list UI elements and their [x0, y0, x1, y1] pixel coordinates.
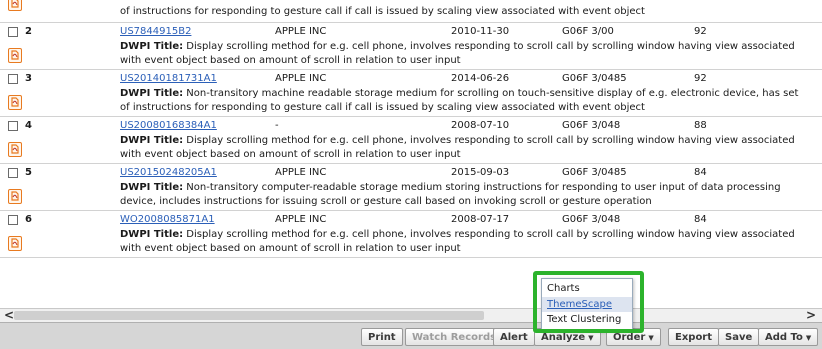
row-number: 6: [25, 214, 32, 225]
ipc-code: G06F 3/048: [562, 120, 621, 131]
ipc-code: G06F 3/0485: [562, 167, 627, 178]
watch-records-button[interactable]: Watch Records: [405, 328, 504, 346]
order-label: Order: [613, 332, 646, 343]
assignee: APPLE INC: [275, 214, 327, 225]
row-number: 3: [25, 73, 32, 84]
patent-number-link[interactable]: WO2008085871A1: [120, 214, 215, 225]
publication-date: 2015-09-03: [451, 167, 510, 178]
publication-date: 2008-07-17: [451, 214, 510, 225]
pdf-icon[interactable]: [8, 0, 22, 11]
relevance-score: 88: [694, 120, 707, 131]
pdf-icon[interactable]: [8, 236, 22, 251]
row-number: 5: [25, 167, 32, 178]
scrollbar-thumb[interactable]: [14, 311, 484, 320]
pdf-icon[interactable]: [8, 142, 22, 157]
print-button[interactable]: Print: [361, 328, 403, 346]
export-button[interactable]: Export: [668, 328, 720, 346]
assignee: -: [275, 120, 279, 131]
dwpi-title-label: DWPI Title:: [120, 88, 184, 99]
result-description: DWPI Title: Non-transitory machine reada…: [120, 88, 799, 113]
assignee: APPLE INC: [275, 167, 327, 178]
ipc-code: G06F 3/048: [562, 214, 621, 225]
patent-number-link[interactable]: US20080168384A1: [120, 120, 217, 131]
ipc-code: G06F 3/00: [562, 26, 614, 37]
pdf-icon[interactable]: [8, 189, 22, 204]
dwpi-title-label: DWPI Title:: [120, 135, 184, 146]
relevance-score: 84: [694, 214, 707, 225]
ipc-code: G06F 3/0485: [562, 73, 627, 84]
result-description: of instructions for responding to gestur…: [120, 6, 645, 17]
save-button[interactable]: Save: [718, 328, 760, 346]
add-to-label: Add To: [765, 332, 803, 343]
pdf-icon[interactable]: [8, 95, 22, 110]
dwpi-title-label: DWPI Title:: [120, 229, 184, 240]
result-description: DWPI Title: Display scrolling method for…: [120, 41, 795, 66]
patent-number-link[interactable]: US20140181731A1: [120, 73, 217, 84]
result-row: of instructions for responding to gestur…: [0, 0, 822, 23]
assignee: APPLE INC: [275, 73, 327, 84]
row-checkbox[interactable]: [8, 27, 18, 37]
result-row: 4 US20080168384A1 - 2008-07-10 G06F 3/04…: [0, 116, 822, 164]
patent-number-link[interactable]: US7844915B2: [120, 26, 191, 37]
dwpi-title-label: DWPI Title:: [120, 182, 184, 193]
chevron-down-icon: ▼: [648, 334, 654, 342]
row-checkbox[interactable]: [8, 215, 18, 225]
scroll-right-arrow[interactable]: >: [806, 309, 816, 322]
publication-date: 2010-11-30: [451, 26, 510, 37]
horizontal-scrollbar[interactable]: < >: [0, 308, 822, 322]
publication-date: 2008-07-10: [451, 120, 510, 131]
row-checkbox[interactable]: [8, 168, 18, 178]
add-to-button[interactable]: Add To ▼: [758, 328, 819, 346]
result-row: 2 US7844915B2 APPLE INC 2010-11-30 G06F …: [0, 22, 822, 70]
results-list: of instructions for responding to gestur…: [0, 0, 822, 308]
scroll-left-arrow[interactable]: <: [4, 309, 14, 322]
relevance-score: 92: [694, 26, 707, 37]
result-row: 6 WO2008085871A1 APPLE INC 2008-07-17 G0…: [0, 210, 822, 258]
patent-number-link[interactable]: US20150248205A1: [120, 167, 217, 178]
result-description: DWPI Title: Display scrolling method for…: [120, 229, 795, 254]
highlight-box: [533, 271, 644, 333]
analyze-label: Analyze: [541, 332, 586, 343]
row-checkbox[interactable]: [8, 74, 18, 84]
result-row: 3 US20140181731A1 APPLE INC 2014-06-26 G…: [0, 69, 822, 117]
row-number: 2: [25, 26, 32, 37]
chevron-down-icon: ▼: [588, 334, 594, 342]
relevance-score: 92: [694, 73, 707, 84]
result-row: 5 US20150248205A1 APPLE INC 2015-09-03 G…: [0, 163, 822, 211]
row-number: 4: [25, 120, 32, 131]
alert-button[interactable]: Alert: [493, 328, 535, 346]
row-checkbox[interactable]: [8, 121, 18, 131]
pdf-icon[interactable]: [8, 48, 22, 63]
publication-date: 2014-06-26: [451, 73, 510, 84]
result-description: DWPI Title: Non-transitory computer-read…: [120, 182, 781, 207]
bottom-toolbar: Print Watch Records Alert Analyze ▼ Order…: [0, 322, 822, 349]
relevance-score: 84: [694, 167, 707, 178]
chevron-down-icon: ▼: [805, 334, 812, 342]
dwpi-title-label: DWPI Title:: [120, 41, 184, 52]
assignee: APPLE INC: [275, 26, 327, 37]
result-description: DWPI Title: Display scrolling method for…: [120, 135, 795, 160]
